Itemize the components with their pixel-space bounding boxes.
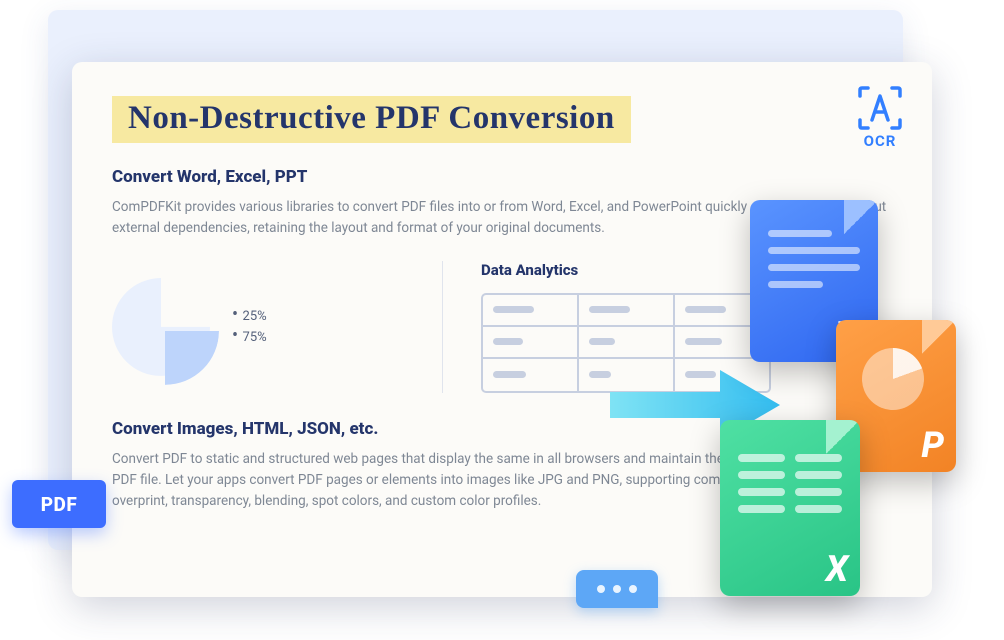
dot-icon [629, 585, 637, 593]
legend-item-2: 75% [232, 330, 267, 345]
legend-item-1: 25% [232, 309, 267, 324]
excel-file-icon: X [720, 420, 860, 596]
section-office-title: Convert Word, Excel, PPT [112, 167, 892, 187]
dot-icon [597, 585, 605, 593]
ellipsis-badge [576, 570, 658, 608]
dot-icon [613, 585, 621, 593]
ppt-letter: P [921, 424, 944, 466]
ocr-a-icon [854, 82, 906, 134]
pie-chart-icon [112, 278, 210, 376]
pdf-badge-label: PDF [41, 493, 78, 516]
pdf-badge: PDF [12, 480, 106, 528]
pie-legend: 25% 75% [232, 303, 267, 351]
title-highlight: Non-Destructive PDF Conversion [112, 96, 631, 143]
pie-chart-block: 25% 75% [112, 261, 402, 393]
ocr-badge: OCR [854, 82, 906, 150]
ocr-label: OCR [864, 132, 897, 150]
page-title: Non-Destructive PDF Conversion [128, 100, 615, 137]
excel-letter: X [826, 548, 848, 590]
